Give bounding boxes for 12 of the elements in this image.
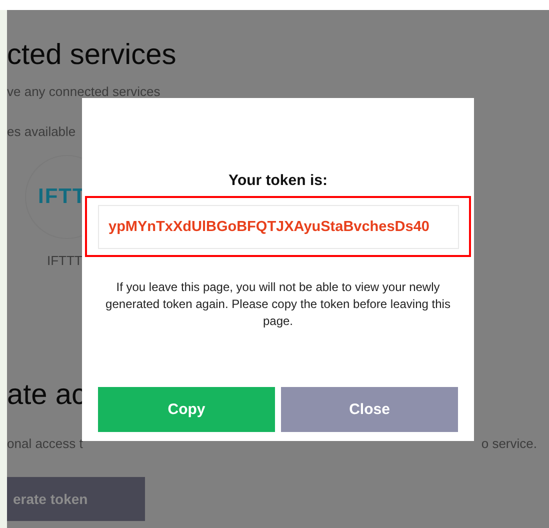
service-label: IFTTT xyxy=(47,253,82,268)
copy-button[interactable]: Copy xyxy=(98,387,275,432)
dialog-title: Your token is: xyxy=(228,172,328,189)
section-text: onal access t xyxy=(7,436,83,451)
warning-message: If you leave this page, you will not be able to view your newly generated token again. Please copy the token before leaving this page. xyxy=(104,279,452,330)
subtitle-text: ve any connected services xyxy=(7,84,160,99)
section-text: o service. xyxy=(481,436,537,451)
generate-token-button[interactable]: erate token xyxy=(7,477,145,521)
available-label: es available xyxy=(7,124,76,139)
token-field[interactable]: ypMYnTxXdUlBGoBFQTJXAyuStaBvchesDs40 xyxy=(98,204,458,248)
close-button[interactable]: Close xyxy=(281,387,458,432)
page-heading: cted services xyxy=(7,38,176,72)
